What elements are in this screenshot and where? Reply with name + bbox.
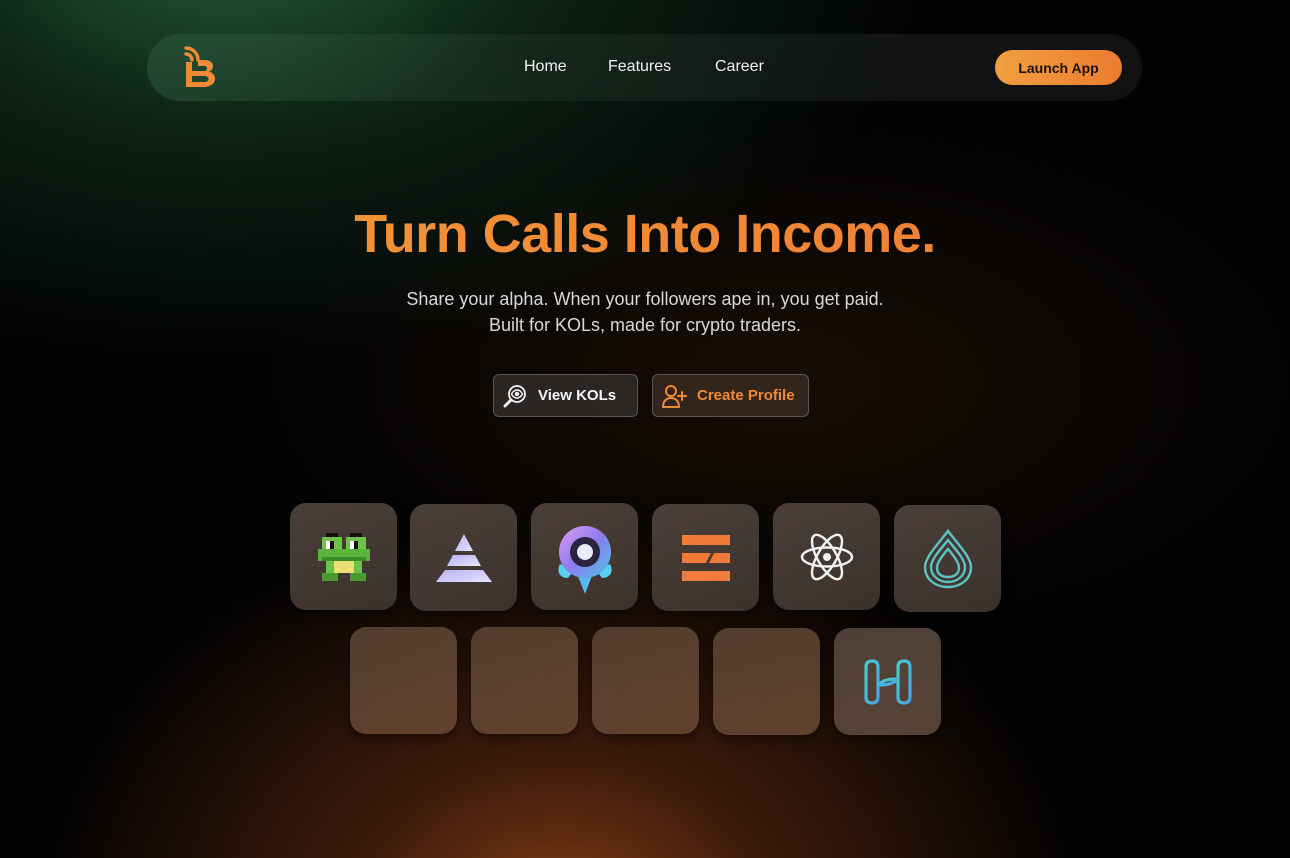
navbar: Home Features Career Launch App [147, 34, 1142, 101]
rocket-ring-icon [557, 525, 612, 594]
view-kols-button[interactable]: View KOLs [493, 374, 638, 417]
nav-link-features[interactable]: Features [608, 58, 671, 76]
tile-empty-4[interactable] [713, 628, 820, 735]
create-profile-label: Create Profile [697, 387, 795, 404]
view-kols-label: View KOLs [538, 387, 617, 404]
hero-subtitle-line2: Built for KOLs, made for crypto traders. [488, 315, 802, 335]
nav-link-home[interactable]: Home [524, 58, 567, 76]
tile-empty-2[interactable] [471, 627, 578, 734]
landing-page: Home Features Career Launch App Turn Cal… [0, 0, 1290, 858]
add-user-icon [662, 384, 687, 408]
tile-pyramid[interactable] [410, 504, 517, 611]
tile-stacked-bars[interactable] [652, 504, 759, 611]
tile-water-drop[interactable] [894, 505, 1001, 612]
tile-empty-1[interactable] [350, 627, 457, 734]
tile-rocket-ring[interactable] [531, 503, 638, 610]
atom-icon [800, 533, 853, 580]
hero-subtitle-line1: Share your alpha. When your followers ap… [406, 289, 884, 309]
water-drop-icon [923, 528, 972, 588]
hero-title: Turn Calls Into Income. [0, 203, 1290, 265]
tile-harmony[interactable] [834, 628, 941, 735]
pyramid-icon [435, 533, 492, 582]
brand-b-logo-icon[interactable] [183, 44, 219, 90]
tile-atom[interactable] [773, 503, 880, 610]
stacked-bars-icon [681, 534, 730, 581]
tile-pixel-frog[interactable] [290, 503, 397, 610]
magnifier-eye-icon [503, 384, 526, 407]
harmony-icon [863, 658, 912, 705]
create-profile-button[interactable]: Create Profile [652, 374, 809, 417]
nav-link-career[interactable]: Career [715, 58, 764, 76]
tile-empty-3[interactable] [592, 627, 699, 734]
launch-app-button[interactable]: Launch App [995, 50, 1122, 85]
pixel-frog-icon [317, 532, 370, 581]
